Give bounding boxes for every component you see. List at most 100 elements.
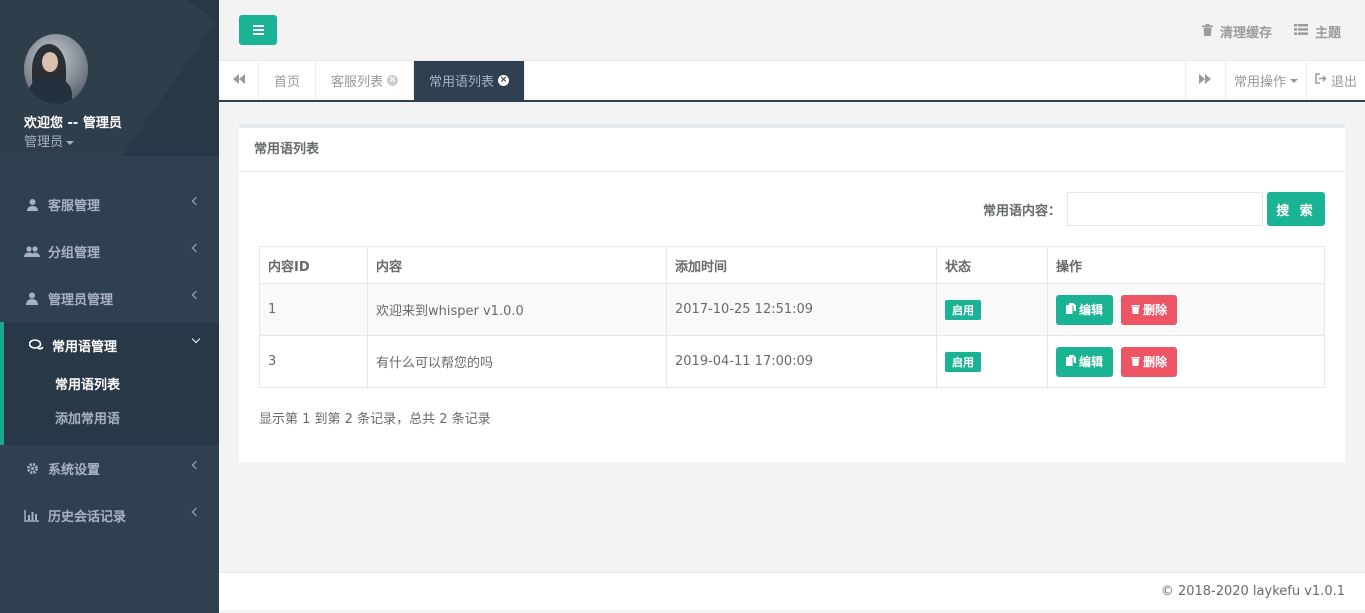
tab-service-list[interactable]: 客服列表 ×	[316, 61, 415, 100]
sign-out-icon	[1315, 73, 1327, 88]
list-icon	[1293, 24, 1308, 39]
cell-time: 2019-04-11 17:00:09	[666, 335, 937, 388]
edit-label: 编辑	[1079, 355, 1104, 369]
common-operations-dropdown[interactable]: 常用操作	[1224, 61, 1306, 100]
top-right-actions: 清理缓存 主题	[1201, 22, 1341, 41]
cell-time: 2017-10-25 12:51:09	[666, 283, 937, 336]
close-icon[interactable]: ×	[498, 75, 510, 86]
double-right-arrow-icon	[1199, 73, 1212, 88]
pagination-info: 显示第 1 到第 2 条记录，总共 2 条记录	[259, 412, 491, 427]
chevron-down-icon	[191, 334, 201, 344]
search-button[interactable]: 搜 索	[1267, 192, 1325, 226]
tab-home[interactable]: 首页	[259, 61, 317, 100]
cell-status: 启用	[936, 283, 1048, 336]
copy-icon	[1066, 354, 1076, 369]
cell-content: 有什么可以帮您的吗	[367, 335, 667, 388]
trash-icon	[1131, 303, 1141, 317]
tab-scroll-right-button[interactable]	[1184, 61, 1225, 100]
edit-label: 编辑	[1079, 303, 1104, 317]
delete-label: 删除	[1143, 355, 1168, 369]
theme-button[interactable]: 主题	[1293, 22, 1341, 41]
cell-id: 1	[259, 283, 368, 336]
sidebar-item-settings[interactable]: 系统设置	[0, 445, 219, 492]
column-header[interactable]: 操作	[1047, 246, 1325, 284]
sidebar-item-label: 管理员管理	[48, 293, 114, 308]
edit-button[interactable]: 编辑	[1056, 346, 1114, 377]
search-form: 常用语内容： 搜 索	[983, 192, 1325, 226]
sidebar-item-label: 客服管理	[48, 199, 101, 214]
avatar[interactable]	[24, 34, 88, 104]
phrase-table: 内容ID 内容 添加时间 状态 操作 1 欢迎来到whisper v1.0.0 …	[259, 246, 1325, 388]
tabs-bar: 首页 客服列表 × 常用语列表 × 常用操作 退出	[219, 61, 1365, 102]
sidebar-subitem-phrase-list[interactable]: 常用语列表	[4, 369, 219, 403]
cell-id: 3	[259, 335, 368, 388]
trash-icon	[1201, 23, 1213, 40]
cell-actions: 编辑 删除	[1047, 283, 1325, 336]
common-operations-label: 常用操作	[1233, 75, 1286, 90]
copy-icon	[1066, 302, 1076, 317]
clear-cache-button[interactable]: 清理缓存	[1201, 22, 1272, 41]
panel-title: 常用语列表	[239, 128, 1345, 172]
content-panel: 常用语列表 常用语内容： 搜 索 内容ID 内容 添加时间 状态 操作 1 欢迎…	[239, 124, 1345, 462]
delete-button[interactable]: 删除	[1121, 346, 1178, 377]
tab-scroll-left-button[interactable]	[219, 61, 259, 100]
tab-label: 客服列表	[331, 75, 384, 90]
welcome-text: 欢迎您 -- 管理员	[24, 116, 122, 131]
column-header[interactable]: 内容ID	[259, 246, 368, 284]
double-left-arrow-icon	[232, 73, 245, 88]
profile-header: 欢迎您 -- 管理员 管理员	[0, 0, 219, 156]
status-badge: 启用	[945, 351, 981, 372]
sidebar-item-history[interactable]: 历史会话记录	[0, 492, 219, 539]
tab-phrase-list[interactable]: 常用语列表 ×	[414, 61, 526, 100]
cell-status: 启用	[936, 335, 1048, 388]
top-bar: 清理缓存 主题	[219, 0, 1365, 61]
tab-list: 首页 客服列表 × 常用语列表 ×	[259, 61, 526, 100]
theme-label: 主题	[1314, 26, 1341, 41]
column-header[interactable]: 内容	[367, 246, 667, 284]
user-icon	[24, 198, 40, 212]
search-input[interactable]	[1067, 192, 1263, 226]
sidebar-item-label: 分组管理	[48, 246, 101, 261]
tab-label: 常用语列表	[429, 75, 495, 90]
sidebar-item-label: 历史会话记录	[48, 510, 127, 525]
caret-down-icon	[1289, 78, 1298, 83]
cell-content: 欢迎来到whisper v1.0.0	[367, 283, 667, 336]
sidebar-item-admin[interactable]: 管理员管理	[0, 275, 219, 322]
tab-label: 首页	[274, 75, 301, 90]
table-header-row: 内容ID 内容 添加时间 状态 操作	[259, 246, 1325, 284]
menu-toggle-button[interactable]	[239, 15, 277, 45]
users-icon	[24, 245, 40, 259]
sidebar-item-label: 常用语管理	[52, 340, 118, 355]
bar-chart-icon	[24, 509, 40, 523]
delete-button[interactable]: 删除	[1121, 294, 1178, 325]
sidebar-subitem-add-phrase[interactable]: 添加常用语	[4, 403, 219, 437]
caret-down-icon	[66, 140, 75, 145]
column-header[interactable]: 状态	[936, 246, 1048, 284]
delete-label: 删除	[1143, 303, 1168, 317]
role-label: 管理员	[24, 135, 64, 150]
cell-actions: 编辑 删除	[1047, 335, 1325, 388]
sidebar-item-service[interactable]: 客服管理	[0, 181, 219, 228]
copyright-text: © 2018-2020 laykefu v1.0.1	[1160, 584, 1345, 599]
logout-button[interactable]: 退出	[1305, 61, 1365, 100]
chevron-left-icon	[191, 460, 201, 470]
user-icon	[24, 292, 40, 306]
trash-icon	[1131, 355, 1141, 369]
sidebar-item-phrases[interactable]: 常用语管理	[4, 322, 219, 369]
search-label: 常用语内容：	[982, 203, 1061, 219]
table-row: 1 欢迎来到whisper v1.0.0 2017-10-25 12:51:09…	[259, 283, 1325, 336]
chat-icon	[28, 339, 44, 353]
footer: © 2018-2020 laykefu v1.0.1	[219, 572, 1365, 610]
status-badge: 启用	[945, 299, 981, 320]
column-header[interactable]: 添加时间	[666, 246, 937, 284]
sidebar-group-phrases: 常用语管理 常用语列表 添加常用语	[0, 322, 219, 445]
role-dropdown[interactable]: 管理员	[24, 131, 75, 150]
edit-button[interactable]: 编辑	[1056, 294, 1114, 325]
close-icon[interactable]: ×	[387, 75, 399, 86]
tabs-right-actions: 常用操作 退出	[1184, 61, 1365, 100]
chevron-left-icon	[191, 243, 201, 253]
sidebar-item-group[interactable]: 分组管理	[0, 228, 219, 275]
logout-label: 退出	[1330, 75, 1357, 90]
sidebar: 欢迎您 -- 管理员 管理员 客服管理 分组管理 管理员管理 常用语管理 常用语…	[0, 0, 219, 613]
sidebar-nav: 客服管理 分组管理 管理员管理 常用语管理 常用语列表 添加常用语 系统设置 历…	[0, 181, 219, 539]
